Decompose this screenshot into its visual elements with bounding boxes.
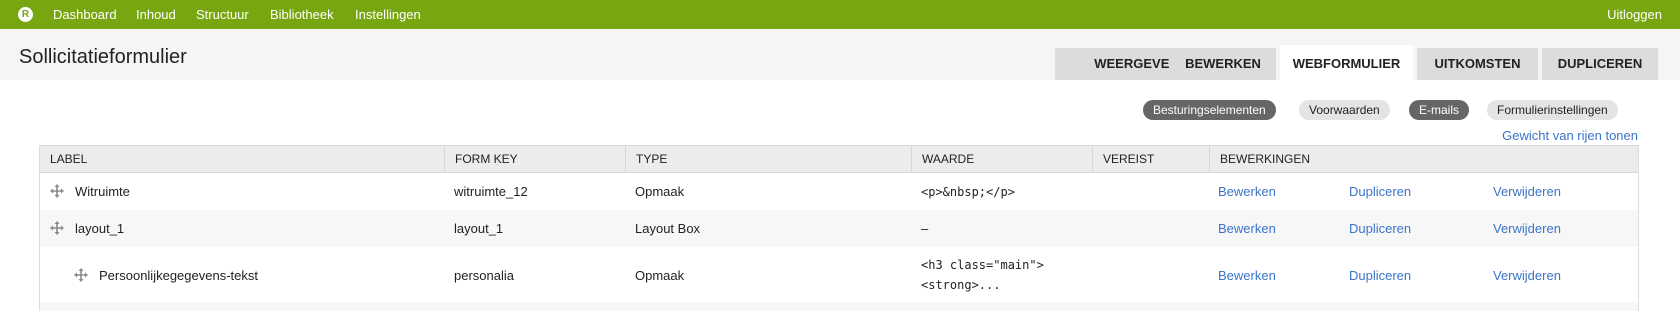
row-type: Layout Box (635, 221, 701, 236)
nav-bibliotheek[interactable]: Bibliotheek (270, 0, 334, 29)
drag-handle-icon[interactable] (50, 184, 64, 198)
edit-link[interactable]: Bewerken (1218, 221, 1276, 236)
row-type: Opmaak (635, 184, 685, 199)
nav-dashboard[interactable]: Dashboard (53, 0, 117, 29)
page-header: Sollicitatieformulier WEERGEVEN BEWERKEN… (0, 29, 1680, 80)
table-row: layout_1 layout_1 Layout Box – Bewerken … (40, 210, 1638, 247)
subtab-voorwaarden[interactable]: Voorwaarden (1299, 100, 1390, 120)
table-header: LABEL FORM KEY TYPE WAARDE VEREIST BEWER… (40, 145, 1638, 173)
edit-link[interactable]: Bewerken (1218, 184, 1276, 199)
delete-link[interactable]: Verwijderen (1493, 221, 1561, 236)
column-header-type: TYPE (625, 146, 911, 173)
row-label: Witruimte (75, 184, 130, 199)
tab-uitkomsten[interactable]: UITKOMSTEN (1417, 48, 1538, 80)
subtab-formulierinstellingen[interactable]: Formulierinstellingen (1487, 100, 1618, 120)
page-title: Sollicitatieformulier (19, 46, 187, 68)
show-row-weights-link[interactable]: Gewicht van rijen tonen (1502, 128, 1638, 143)
drag-handle-icon[interactable] (74, 268, 88, 282)
duplicate-link[interactable]: Dupliceren (1349, 184, 1411, 199)
row-value: <p>&nbsp;</p> (921, 185, 1015, 199)
home-logo-icon[interactable]: R (18, 7, 33, 22)
row-form-key: personalia (454, 268, 514, 283)
row-value-line-2: <strong>... (921, 278, 1001, 292)
row-form-key: layout_1 (454, 221, 504, 236)
row-value-line-1: <h3 class="main"> (921, 258, 1044, 272)
row-type: Opmaak (635, 268, 685, 283)
row-value: – (921, 221, 929, 236)
delete-link[interactable]: Verwijderen (1493, 184, 1561, 199)
duplicate-link[interactable]: Dupliceren (1349, 268, 1411, 283)
logout-link[interactable]: Uitloggen (1607, 0, 1662, 29)
tab-dupliceren[interactable]: DUPLICEREN (1542, 48, 1658, 80)
column-header-bewerkingen: BEWERKINGEN (1209, 146, 1638, 173)
nav-inhoud[interactable]: Inhoud (136, 0, 176, 29)
table-row: Persoonlijkegegevens-tekst personalia Op… (40, 247, 1638, 302)
column-header-vereist: VEREIST (1092, 146, 1209, 173)
column-header-waarde: WAARDE (911, 146, 1092, 173)
drag-handle-icon[interactable] (50, 221, 64, 235)
edit-link[interactable]: Bewerken (1218, 268, 1276, 283)
nav-instellingen[interactable]: Instellingen (355, 0, 421, 29)
subtab-besturingselementen[interactable]: Besturingselementen (1143, 100, 1276, 120)
column-header-form-key: FORM KEY (444, 146, 625, 173)
nav-structuur[interactable]: Structuur (196, 0, 249, 29)
tab-bewerken[interactable]: BEWERKEN (1170, 48, 1276, 80)
column-header-label: LABEL (50, 152, 88, 166)
duplicate-link[interactable]: Dupliceren (1349, 221, 1411, 236)
tab-webformulier[interactable]: WEBFORMULIER (1280, 45, 1413, 80)
row-label: layout_1 (75, 221, 125, 236)
table-row (40, 302, 1638, 311)
components-table: LABEL FORM KEY TYPE WAARDE VEREIST BEWER… (39, 145, 1639, 311)
table-row: Witruimte witruimte_12 Opmaak <p>&nbsp;<… (40, 173, 1638, 210)
admin-toolbar: R Dashboard Inhoud Structuur Bibliotheek… (0, 0, 1680, 29)
row-form-key: witruimte_12 (454, 184, 528, 199)
delete-link[interactable]: Verwijderen (1493, 268, 1561, 283)
row-label: Persoonlijkegegevens-tekst (99, 268, 258, 283)
subtab-e-mails[interactable]: E-mails (1409, 100, 1470, 120)
